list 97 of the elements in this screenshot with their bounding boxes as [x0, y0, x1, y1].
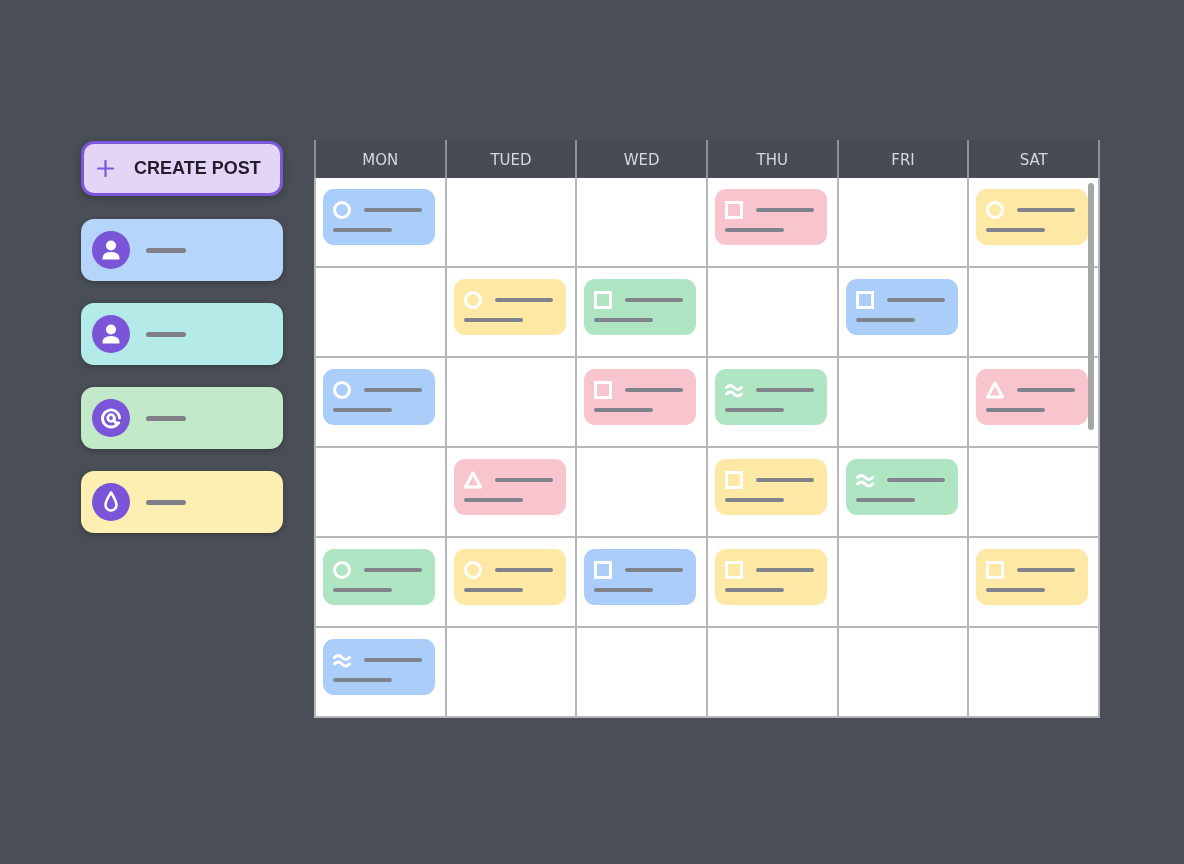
- sidebar-item[interactable]: [81, 219, 283, 281]
- event-card[interactable]: [323, 549, 435, 605]
- day-header: TUED: [446, 140, 576, 178]
- triangle-icon: [463, 471, 482, 489]
- placeholder-line: [364, 658, 422, 662]
- square-icon: [725, 561, 743, 579]
- event-card[interactable]: [715, 369, 827, 425]
- placeholder-line: [364, 568, 422, 572]
- person-avatar-icon: [92, 231, 130, 269]
- placeholder-line: [756, 478, 814, 482]
- event-card[interactable]: [453, 459, 566, 515]
- placeholder-line: [725, 498, 784, 502]
- circle-icon: [463, 291, 482, 309]
- placeholder-line: [594, 588, 654, 592]
- placeholder-line: [1017, 208, 1076, 212]
- placeholder-line: [146, 499, 186, 505]
- day-header: THU: [708, 140, 837, 178]
- circle-icon: [333, 561, 351, 579]
- event-card[interactable]: [584, 549, 697, 605]
- placeholder-line: [725, 588, 784, 592]
- placeholder-line: [333, 588, 392, 592]
- placeholder-line: [146, 247, 186, 253]
- placeholder-line: [855, 498, 915, 502]
- circle-icon: [333, 381, 351, 399]
- placeholder-line: [725, 228, 784, 232]
- placeholder-line: [1017, 388, 1076, 392]
- sidebar-item[interactable]: [81, 303, 283, 365]
- placeholder-line: [1017, 568, 1076, 572]
- placeholder-line: [594, 318, 654, 322]
- placeholder-line: [625, 568, 684, 572]
- square-icon: [594, 381, 613, 399]
- placeholder-line: [756, 388, 814, 392]
- square-icon: [594, 291, 613, 309]
- placeholder-line: [333, 408, 392, 412]
- circle-icon: [333, 201, 351, 219]
- day-header: SAT: [969, 140, 1098, 178]
- event-card[interactable]: [976, 189, 1089, 245]
- wave-icon: [333, 651, 351, 669]
- placeholder-line: [146, 415, 186, 421]
- placeholder-line: [625, 388, 684, 392]
- triangle-icon: [986, 381, 1005, 399]
- placeholder-line: [364, 208, 422, 212]
- event-card[interactable]: [584, 369, 697, 425]
- event-card[interactable]: [715, 459, 827, 515]
- drop-icon: [92, 483, 130, 521]
- event-card[interactable]: [584, 279, 697, 335]
- wave-icon: [855, 471, 874, 489]
- placeholder-line: [333, 228, 392, 232]
- event-card[interactable]: [976, 549, 1089, 605]
- sidebar-item[interactable]: [81, 387, 283, 449]
- placeholder-line: [494, 298, 553, 302]
- placeholder-line: [886, 478, 945, 482]
- placeholder-line: [494, 568, 553, 572]
- placeholder-line: [494, 478, 553, 482]
- placeholder-line: [986, 588, 1046, 592]
- placeholder-line: [463, 498, 523, 502]
- create-post-button[interactable]: CREATE POST: [81, 141, 283, 196]
- event-card[interactable]: [453, 279, 566, 335]
- square-icon: [594, 561, 613, 579]
- placeholder-line: [855, 318, 915, 322]
- square-icon: [855, 291, 874, 309]
- placeholder-line: [986, 228, 1046, 232]
- placeholder-line: [463, 318, 523, 322]
- event-card[interactable]: [976, 369, 1089, 425]
- placeholder-line: [463, 588, 523, 592]
- placeholder-line: [333, 678, 392, 682]
- person-avatar-icon: [92, 315, 130, 353]
- placeholder-line: [986, 408, 1046, 412]
- square-icon: [725, 471, 743, 489]
- event-card[interactable]: [715, 549, 827, 605]
- day-header: MON: [316, 140, 445, 178]
- wave-icon: [725, 381, 743, 399]
- placeholder-line: [364, 388, 422, 392]
- placeholder-line: [625, 298, 684, 302]
- placeholder-line: [756, 208, 814, 212]
- sidebar-item[interactable]: [81, 471, 283, 533]
- event-card[interactable]: [323, 369, 435, 425]
- placeholder-line: [594, 408, 654, 412]
- event-card[interactable]: [453, 549, 566, 605]
- circle-icon: [463, 561, 482, 579]
- square-icon: [725, 201, 743, 219]
- event-card[interactable]: [845, 459, 958, 515]
- circle-icon: [986, 201, 1005, 219]
- event-card[interactable]: [845, 279, 958, 335]
- event-card[interactable]: [715, 189, 827, 245]
- square-icon: [986, 561, 1005, 579]
- placeholder-line: [146, 331, 186, 337]
- event-card[interactable]: [323, 639, 435, 695]
- event-card[interactable]: [323, 189, 435, 245]
- placeholder-line: [756, 568, 814, 572]
- day-header: FRI: [838, 140, 968, 178]
- scrollbar-thumb[interactable]: [1088, 183, 1094, 430]
- plus-icon: [97, 160, 114, 177]
- placeholder-line: [725, 408, 784, 412]
- placeholder-line: [886, 298, 945, 302]
- at-sign-icon: [92, 399, 130, 437]
- day-header: WED: [577, 140, 706, 178]
